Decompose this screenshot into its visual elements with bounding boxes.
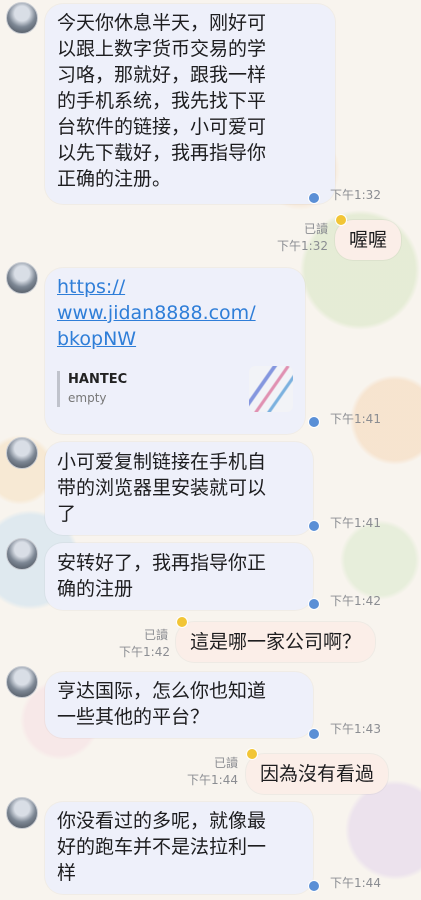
incoming-message-bubble[interactable]: 今天你休息半天，刚好可 以跟上数字货币交易的学 习咯，那就好，跟我一样 的手机系…	[45, 4, 335, 204]
message-text-line: 正确的注册。	[57, 168, 172, 190]
message-text-line: 小可爱复制链接在手机自	[57, 451, 267, 473]
message-text: 因為沒有看過	[260, 763, 375, 785]
incoming-message-bubble[interactable]: 你没看过的多呢，就像最 好的跑车并不是法拉利一 样	[45, 802, 313, 894]
avatar[interactable]	[6, 538, 38, 570]
reaction-icon[interactable]	[335, 214, 347, 226]
outgoing-message-bubble[interactable]: 喔喔	[335, 220, 402, 260]
message-text-line: 亨达国际，怎么你也知道	[57, 680, 267, 702]
message-text-line: 以先下载好，我再指导你	[57, 142, 267, 164]
message-text-line: 安转好了，我再指导你正	[57, 552, 267, 574]
message-text-line: 的手机系统，我先找下平	[57, 90, 267, 112]
message-text-line: 一些其他的平台？	[57, 706, 210, 728]
avatar[interactable]	[6, 666, 38, 698]
message-text-line: 台软件的链接，小可爱可	[57, 116, 267, 138]
message-timestamp: 下午1:41	[330, 412, 381, 426]
read-receipt: 已讀	[143, 628, 168, 642]
message-link[interactable]: www.jidan8888.com/	[57, 302, 256, 324]
message-timestamp: 下午1:32	[330, 188, 381, 202]
message-text-line: 你没看过的多呢，就像最	[57, 810, 267, 832]
reaction-icon[interactable]	[308, 598, 320, 610]
message-text-line: 确的注册	[57, 578, 134, 600]
message-timestamp: 下午1:44	[187, 773, 238, 787]
message-text-line: 今天你休息半天，刚好可	[57, 12, 267, 34]
message-timestamp: 下午1:43	[330, 722, 381, 736]
message-timestamp: 下午1:42	[330, 594, 381, 608]
read-receipt: 已讀	[303, 222, 328, 236]
message-timestamp: 下午1:32	[277, 239, 328, 253]
message-timestamp: 下午1:41	[330, 516, 381, 530]
link-preview-thumbnail	[249, 366, 293, 412]
outgoing-message-bubble[interactable]: 這是哪一家公司啊？	[176, 622, 376, 662]
avatar[interactable]	[6, 437, 38, 469]
incoming-message-bubble[interactable]: 小可爱复制链接在手机自 带的浏览器里安装就可以 了	[45, 442, 313, 535]
reaction-icon[interactable]	[308, 880, 320, 892]
read-receipt: 已讀	[213, 756, 238, 770]
outgoing-message-bubble[interactable]: 因為沒有看過	[246, 754, 389, 794]
reaction-icon[interactable]	[176, 616, 188, 628]
reaction-icon[interactable]	[308, 728, 320, 740]
message-timestamp: 下午1:44	[330, 876, 381, 890]
link-preview-card[interactable]: HANTEC empty	[57, 366, 293, 412]
link-preview-title: HANTEC	[68, 372, 128, 387]
reaction-icon[interactable]	[308, 192, 320, 204]
message-text: 喔喔	[349, 229, 388, 251]
incoming-message-bubble[interactable]: 亨达国际，怎么你也知道 一些其他的平台？	[45, 672, 313, 738]
message-text-line: 带的浏览器里安装就可以	[57, 477, 267, 499]
reaction-icon[interactable]	[308, 416, 320, 428]
message-timestamp: 下午1:42	[119, 645, 170, 659]
message-link[interactable]: bkopNW	[57, 328, 136, 350]
message-text: 這是哪一家公司啊？	[190, 631, 362, 653]
incoming-message-bubble[interactable]: 安转好了，我再指导你正 确的注册	[45, 543, 313, 610]
message-text-line: 以跟上数字货币交易的学	[57, 38, 267, 60]
message-text-line: 习咯，那就好，跟我一样	[57, 64, 267, 86]
avatar[interactable]	[6, 262, 38, 294]
incoming-link-bubble[interactable]: https:// www.jidan8888.com/ bkopNW HANTE…	[45, 268, 305, 434]
reaction-icon[interactable]	[246, 748, 258, 760]
message-text-line: 样	[57, 862, 77, 884]
link-preview-description: empty	[68, 391, 107, 405]
reaction-icon[interactable]	[308, 520, 320, 532]
message-text-line: 好的跑车并不是法拉利一	[57, 836, 267, 858]
message-text-line: 了	[57, 503, 77, 525]
message-link[interactable]: https://	[57, 276, 125, 298]
avatar[interactable]	[6, 797, 38, 829]
avatar[interactable]	[6, 2, 38, 34]
link-preview-text: HANTEC empty	[57, 371, 127, 407]
